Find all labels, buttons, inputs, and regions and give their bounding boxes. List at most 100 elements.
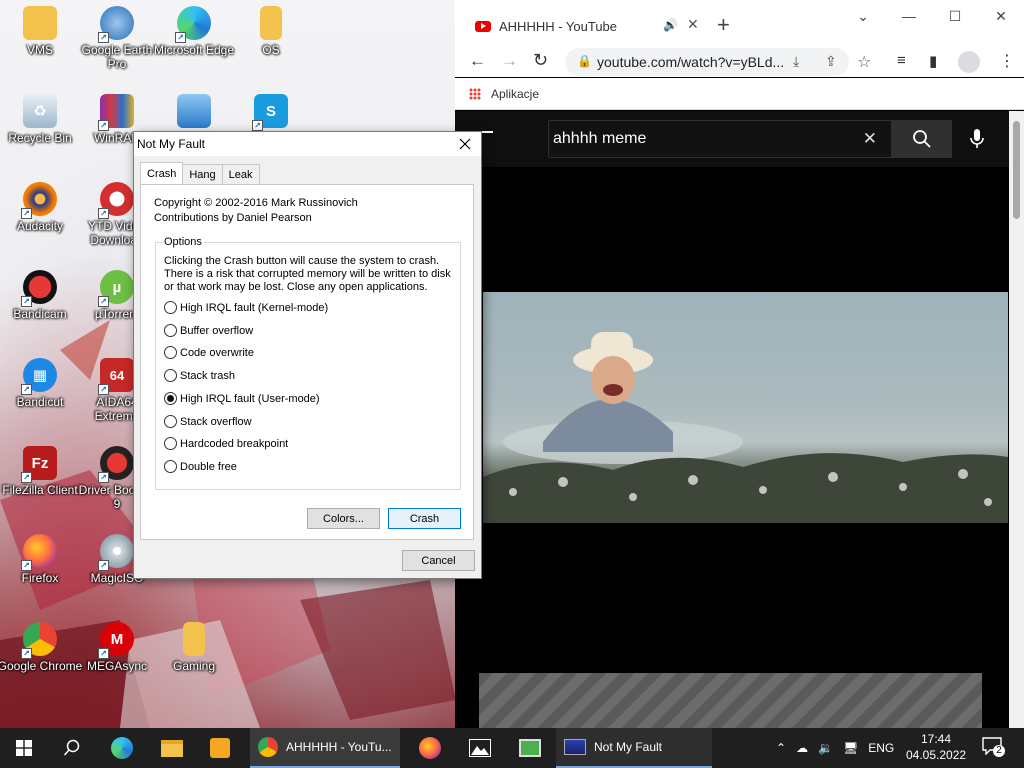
radio-button[interactable]: [164, 301, 177, 314]
radio-label: Stack overflow: [180, 415, 252, 428]
video-thumbnail[interactable]: [479, 673, 982, 728]
radio-button[interactable]: [164, 437, 177, 450]
new-tab-button[interactable]: +: [717, 12, 730, 38]
notification-count-badge: 2: [993, 745, 1005, 757]
share-icon[interactable]: ⇪: [825, 53, 837, 70]
desktop-icon-audacity[interactable]: ↗ Audacity: [1, 176, 79, 256]
microphone-icon[interactable]: [970, 128, 984, 153]
radio-hardcoded-breakpoint[interactable]: Hardcoded breakpoint: [164, 437, 288, 450]
video-player[interactable]: [483, 292, 1008, 523]
desktop-icon-microsoft-edge[interactable]: ↗ Microsoft Edge: [154, 0, 234, 80]
radio-button[interactable]: [164, 415, 177, 428]
minimize-button[interactable]: —: [886, 6, 932, 26]
crash-button[interactable]: Crash: [388, 508, 461, 529]
radio-button[interactable]: [164, 460, 177, 473]
tab-youtube[interactable]: AHHHHH - YouTube 🔊 ✕: [463, 10, 703, 42]
desktop-icon-label: Firefox: [21, 571, 59, 585]
radio-stack-trash[interactable]: Stack trash: [164, 369, 235, 382]
taskbar-task-manager[interactable]: [506, 728, 554, 768]
taskbar-app-label: Not My Fault: [594, 740, 663, 754]
desktop-icon-bandicam[interactable]: ↗ Bandicam: [1, 264, 79, 344]
taskbar-firefox[interactable]: [406, 728, 454, 768]
cancel-button[interactable]: Cancel: [402, 550, 475, 571]
desktop-icon-google-earth-pro[interactable]: ↗ Google Earth Pro: [78, 0, 156, 80]
folder-person-icon: [23, 6, 57, 40]
close-tab-icon[interactable]: ✕: [687, 16, 699, 33]
bandicut-icon: ▦ ↗: [21, 358, 57, 395]
browser-toolbar: ← → ↻ 🔒 youtube.com/watch?v=yBLd... ⤓ ⇪ …: [455, 47, 1024, 77]
radio-button-selected[interactable]: [164, 392, 177, 405]
radio-buffer-overflow[interactable]: Buffer overflow: [164, 324, 253, 337]
clock[interactable]: 17:44 04.05.2022: [906, 731, 966, 763]
desktop-icon-google-chrome[interactable]: ↗ Google Chrome: [0, 616, 82, 696]
youtube-search-button[interactable]: [892, 120, 952, 158]
back-icon[interactable]: [481, 131, 493, 133]
radio-label: Buffer overflow: [180, 324, 254, 337]
speaker-icon[interactable]: 🔊: [663, 18, 678, 32]
tab-leak[interactable]: Leak: [221, 164, 260, 184]
cloud-icon[interactable]: ☁: [796, 741, 808, 755]
profile-avatar-icon[interactable]: [958, 51, 980, 73]
radio-stack-overflow[interactable]: Stack overflow: [164, 415, 252, 428]
side-panel-icon[interactable]: ▮: [929, 52, 937, 70]
taskbar-file-explorer[interactable]: [148, 728, 196, 768]
desktop-icon-megasync[interactable]: M ↗ MEGAsync: [78, 616, 156, 696]
desktop-icon-label: FileZilla Client: [2, 483, 78, 497]
desktop-icon-vms[interactable]: VMS: [1, 0, 79, 80]
close-icon: [459, 138, 471, 150]
desktop-icon-gaming[interactable]: Gaming: [155, 616, 233, 696]
media-control-icon[interactable]: ≡: [897, 52, 906, 69]
desktop-icon-label: Google Chrome: [0, 659, 83, 673]
bookmark-star-icon[interactable]: ☆: [857, 52, 871, 72]
taskbar-edge[interactable]: [98, 728, 146, 768]
language-indicator[interactable]: ENG: [868, 741, 894, 755]
desktop-icon-filezilla[interactable]: Fz ↗ FileZilla Client: [1, 440, 79, 520]
desktop-icon-os[interactable]: OS: [232, 0, 310, 80]
firefox-icon: ↗: [21, 534, 57, 571]
address-bar[interactable]: 🔒 youtube.com/watch?v=yBLd...: [565, 48, 849, 76]
radio-high-irql-kernel[interactable]: High IRQL fault (Kernel-mode): [164, 301, 328, 314]
tab-search-chevron-icon[interactable]: ⌄: [840, 6, 886, 26]
radio-label: High IRQL fault (Kernel-mode): [180, 301, 329, 314]
maximize-button[interactable]: ☐: [932, 6, 978, 26]
back-arrow-icon[interactable]: ←: [469, 51, 486, 71]
menu-kebab-icon[interactable]: ⋮: [999, 51, 1015, 71]
bookmark-apps[interactable]: Aplikacje: [491, 87, 539, 101]
desktop-icon-recycle-bin[interactable]: ♻ Recycle Bin: [1, 88, 79, 168]
taskbar-photos[interactable]: [456, 728, 504, 768]
reload-icon[interactable]: ↻: [533, 50, 548, 71]
tab-hang[interactable]: Hang: [182, 164, 223, 184]
network-icon[interactable]: 🖥: [843, 741, 858, 755]
dialog-close-button[interactable]: [449, 132, 481, 156]
forward-arrow-icon[interactable]: →: [501, 51, 518, 71]
taskbar-media-player[interactable]: [196, 728, 244, 768]
scrollbar-thumb[interactable]: [1013, 121, 1020, 219]
desktop-icon-firefox[interactable]: ↗ Firefox: [1, 528, 79, 608]
volume-icon[interactable]: 🔉: [818, 741, 833, 755]
notifications-button[interactable]: 2: [982, 737, 1005, 757]
taskbar-app-label: AHHHHH - YouTu...: [286, 740, 392, 754]
desktop-icon-label: Bandicam: [13, 307, 67, 321]
colors-button[interactable]: Colors...: [307, 508, 380, 529]
radio-code-overwrite[interactable]: Code overwrite: [164, 346, 254, 359]
taskbar-app-chrome[interactable]: AHHHHH - YouTu...: [250, 728, 400, 768]
radio-button[interactable]: [164, 346, 177, 359]
clear-search-icon[interactable]: ✕: [863, 129, 877, 149]
radio-button[interactable]: [164, 324, 177, 337]
youtube-search-input[interactable]: ahhhh meme ✕: [548, 120, 892, 158]
search-button[interactable]: [48, 728, 96, 768]
ytd-icon: ↗: [98, 182, 134, 219]
radio-high-irql-user[interactable]: High IRQL fault (User-mode): [164, 392, 320, 405]
close-window-button[interactable]: ✕: [978, 6, 1024, 26]
install-icon[interactable]: ⤓: [793, 53, 799, 70]
tab-crash[interactable]: Crash: [140, 162, 184, 184]
start-button[interactable]: [0, 728, 48, 768]
options-label: Options: [162, 236, 204, 248]
page-scrollbar[interactable]: [1009, 111, 1024, 728]
radio-button[interactable]: [164, 369, 177, 382]
apps-grid-icon[interactable]: [469, 87, 481, 100]
chevron-up-icon[interactable]: ⌃: [776, 741, 786, 755]
radio-double-free[interactable]: Double free: [164, 460, 237, 473]
desktop-icon-bandicut[interactable]: ▦ ↗ Bandicut: [1, 352, 79, 432]
taskbar-app-notmyfault[interactable]: Not My Fault: [556, 728, 712, 768]
